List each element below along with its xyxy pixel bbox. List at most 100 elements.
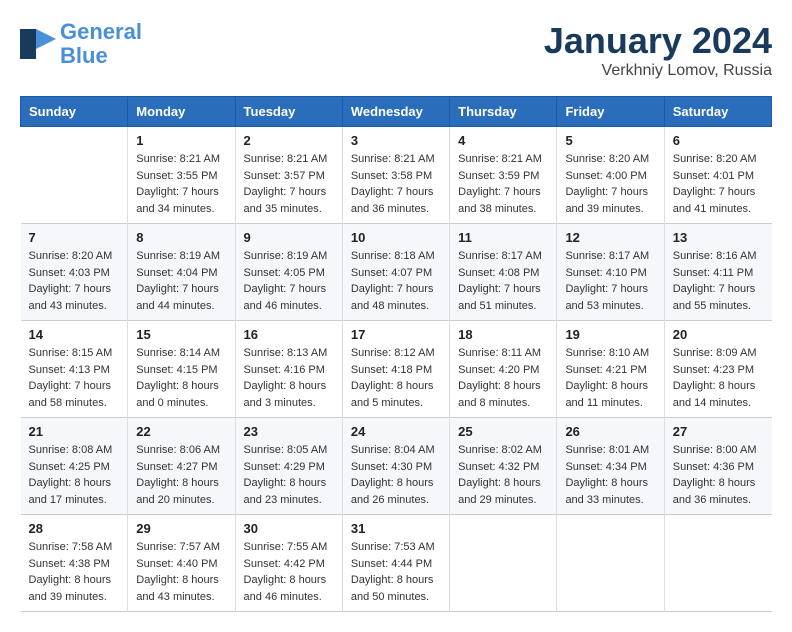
daylight-text: Daylight: 8 hours and 46 minutes. (244, 572, 334, 605)
calendar-cell: 13Sunrise: 8:16 AMSunset: 4:11 PMDayligh… (664, 224, 771, 321)
sunset-text: Sunset: 3:58 PM (351, 168, 441, 185)
calendar-header-row: Sunday Monday Tuesday Wednesday Thursday… (21, 97, 772, 127)
calendar-cell: 28Sunrise: 7:58 AMSunset: 4:38 PMDayligh… (21, 515, 128, 612)
sunrise-text: Sunrise: 8:09 AM (673, 345, 764, 362)
day-number: 30 (244, 521, 334, 536)
day-number: 29 (136, 521, 226, 536)
sunset-text: Sunset: 4:36 PM (673, 459, 764, 476)
sunset-text: Sunset: 3:55 PM (136, 168, 226, 185)
calendar-cell: 10Sunrise: 8:18 AMSunset: 4:07 PMDayligh… (342, 224, 449, 321)
sunrise-text: Sunrise: 7:57 AM (136, 539, 226, 556)
sunset-text: Sunset: 4:18 PM (351, 362, 441, 379)
sunset-text: Sunset: 4:04 PM (136, 265, 226, 282)
daylight-text: Daylight: 8 hours and 14 minutes. (673, 378, 764, 411)
calendar-cell: 6Sunrise: 8:20 AMSunset: 4:01 PMDaylight… (664, 127, 771, 224)
calendar-cell: 8Sunrise: 8:19 AMSunset: 4:04 PMDaylight… (128, 224, 235, 321)
calendar-cell: 16 Sunrise: 8:13 AMSunset: 4:16 PMDayligh… (235, 321, 342, 418)
daylight-text: Daylight: 7 hours and 34 minutes. (136, 184, 226, 217)
sunrise-text: Sunrise: 8:17 AM (565, 248, 655, 265)
calendar-table: Sunday Monday Tuesday Wednesday Thursday… (20, 96, 772, 612)
calendar-cell (450, 515, 557, 612)
sunset-text: Sunset: 4:21 PM (565, 362, 655, 379)
daylight-text: Daylight: 8 hours and 29 minutes. (458, 475, 548, 508)
daylight-text: Daylight: 7 hours and 39 minutes. (565, 184, 655, 217)
sunrise-text: Sunrise: 7:55 AM (244, 539, 334, 556)
day-number: 19 (565, 327, 655, 342)
sunrise-text: Sunrise: 8:13 AM (244, 345, 334, 362)
calendar-cell: 2Sunrise: 8:21 AMSunset: 3:57 PMDaylight… (235, 127, 342, 224)
day-number: 3 (351, 133, 441, 148)
sunrise-text: Sunrise: 7:58 AM (29, 539, 120, 556)
sunrise-text: Sunrise: 8:20 AM (673, 151, 764, 168)
calendar-cell: 11Sunrise: 8:17 AMSunset: 4:08 PMDayligh… (450, 224, 557, 321)
calendar-cell: 5Sunrise: 8:20 AMSunset: 4:00 PMDaylight… (557, 127, 664, 224)
sunset-text: Sunset: 4:42 PM (244, 556, 334, 573)
daylight-text: Daylight: 8 hours and 23 minutes. (244, 475, 334, 508)
sunrise-text: Sunrise: 8:14 AM (136, 345, 226, 362)
day-number: 17 (351, 327, 441, 342)
calendar-week-row: 1Sunrise: 8:21 AMSunset: 3:55 PMDaylight… (21, 127, 772, 224)
day-number: 16 (244, 327, 334, 342)
sunrise-text: Sunrise: 8:01 AM (565, 442, 655, 459)
day-number: 12 (565, 230, 655, 245)
daylight-text: Daylight: 8 hours and 33 minutes. (565, 475, 655, 508)
location-title: Verkhniy Lomov, Russia (544, 62, 772, 80)
sunrise-text: Sunrise: 8:20 AM (29, 248, 120, 265)
sunset-text: Sunset: 4:07 PM (351, 265, 441, 282)
daylight-text: Daylight: 8 hours and 3 minutes. (244, 378, 334, 411)
daylight-text: Daylight: 7 hours and 55 minutes. (673, 281, 764, 314)
calendar-cell (664, 515, 771, 612)
sunrise-text: Sunrise: 8:20 AM (565, 151, 655, 168)
daylight-text: Daylight: 7 hours and 41 minutes. (673, 184, 764, 217)
calendar-cell: 24Sunrise: 8:04 AMSunset: 4:30 PMDayligh… (342, 418, 449, 515)
daylight-text: Daylight: 8 hours and 0 minutes. (136, 378, 226, 411)
calendar-cell: 15Sunrise: 8:14 AMSunset: 4:15 PMDayligh… (128, 321, 235, 418)
sunrise-text: Sunrise: 8:21 AM (136, 151, 226, 168)
sunset-text: Sunset: 4:23 PM (673, 362, 764, 379)
day-number: 25 (458, 424, 548, 439)
header-monday: Monday (128, 97, 235, 127)
sunrise-text: Sunrise: 8:02 AM (458, 442, 548, 459)
day-number: 20 (673, 327, 764, 342)
sunrise-text: Sunrise: 8:04 AM (351, 442, 441, 459)
daylight-text: Daylight: 8 hours and 8 minutes. (458, 378, 548, 411)
daylight-text: Daylight: 7 hours and 51 minutes. (458, 281, 548, 314)
day-number: 5 (565, 133, 655, 148)
day-number: 26 (565, 424, 655, 439)
daylight-text: Daylight: 8 hours and 17 minutes. (29, 475, 120, 508)
daylight-text: Daylight: 7 hours and 53 minutes. (565, 281, 655, 314)
day-number: 2 (244, 133, 334, 148)
day-number: 22 (136, 424, 226, 439)
daylight-text: Daylight: 7 hours and 48 minutes. (351, 281, 441, 314)
day-number: 4 (458, 133, 548, 148)
sunrise-text: Sunrise: 8:21 AM (244, 151, 334, 168)
day-number: 14 (29, 327, 120, 342)
day-number: 27 (673, 424, 764, 439)
day-number: 28 (29, 521, 120, 536)
daylight-text: Daylight: 8 hours and 50 minutes. (351, 572, 441, 605)
calendar-cell: 1 Sunrise: 8:21 AMSunset: 3:55 PMDaylight… (128, 127, 235, 224)
sunrise-text: Sunrise: 8:10 AM (565, 345, 655, 362)
sunset-text: Sunset: 4:34 PM (565, 459, 655, 476)
calendar-cell: 23Sunrise: 8:05 AMSunset: 4:29 PMDayligh… (235, 418, 342, 515)
sunset-text: Sunset: 4:29 PM (244, 459, 334, 476)
sunset-text: Sunset: 4:01 PM (673, 168, 764, 185)
sunrise-text: Sunrise: 8:12 AM (351, 345, 441, 362)
sunset-text: Sunset: 4:03 PM (29, 265, 120, 282)
calendar-week-row: 21Sunrise: 8:08 AMSunset: 4:25 PMDayligh… (21, 418, 772, 515)
calendar-cell: 18Sunrise: 8:11 AMSunset: 4:20 PMDayligh… (450, 321, 557, 418)
day-number: 13 (673, 230, 764, 245)
sunset-text: Sunset: 4:16 PM (244, 362, 334, 379)
sunrise-text: Sunrise: 8:11 AM (458, 345, 548, 362)
sunset-text: Sunset: 4:20 PM (458, 362, 548, 379)
calendar-cell: 27Sunrise: 8:00 AMSunset: 4:36 PMDayligh… (664, 418, 771, 515)
sunrise-text: Sunrise: 8:08 AM (29, 442, 120, 459)
sunset-text: Sunset: 4:10 PM (565, 265, 655, 282)
day-number: 1 (136, 133, 226, 148)
calendar-cell: 22Sunrise: 8:06 AMSunset: 4:27 PMDayligh… (128, 418, 235, 515)
daylight-text: Daylight: 7 hours and 38 minutes. (458, 184, 548, 217)
calendar-cell: 9Sunrise: 8:19 AMSunset: 4:05 PMDaylight… (235, 224, 342, 321)
calendar-week-row: 28Sunrise: 7:58 AMSunset: 4:38 PMDayligh… (21, 515, 772, 612)
header-wednesday: Wednesday (342, 97, 449, 127)
sunrise-text: Sunrise: 8:19 AM (136, 248, 226, 265)
